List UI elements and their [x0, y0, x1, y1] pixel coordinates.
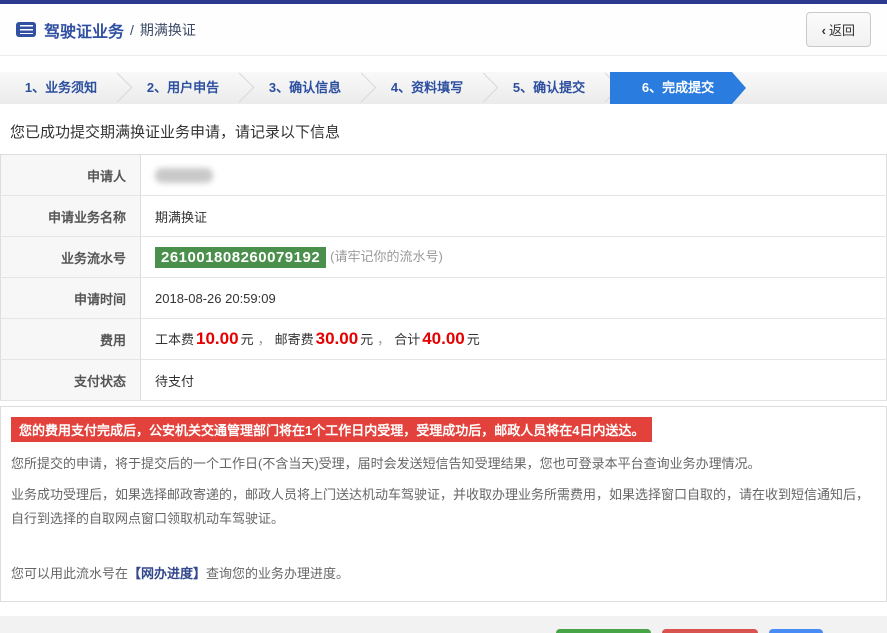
row-label: 支付状态 [0, 359, 141, 401]
continue-payment-button[interactable]: ¥ 继续支付 [555, 629, 652, 633]
breadcrumb-title: 驾驶证业务 [44, 23, 125, 41]
fee-item1-label: 工本费 [155, 332, 195, 347]
para3-suffix: 查询您的业务办理进度。 [206, 566, 350, 582]
step-tab-6-active[interactable]: 6、完成提交 [610, 72, 746, 104]
step-label: 3、确认信息 [268, 80, 342, 95]
table-row-payment-status: 支付状态 待支付 [0, 359, 887, 401]
row-label: 费用 [0, 318, 141, 360]
fee-separator: ， [377, 332, 391, 347]
step-tab-2[interactable]: 2、用户申告 [122, 72, 255, 104]
notice-box: 您的费用支付完成后，公安机关交通管理部门将在1个工作日内受理，受理成功后，邮政人… [0, 406, 887, 602]
notice-paragraph-2: 业务成功受理后，如果选择邮政寄递的，邮政人员将上门送达机动车驾驶证，并收取办理业… [11, 486, 870, 527]
step-label: 1、业务须知 [24, 80, 98, 95]
fee-item1-amount: 10.00 [196, 329, 239, 348]
footer-back-button[interactable]: 返回 [769, 629, 823, 633]
row-label: 申请业务名称 [0, 195, 141, 237]
step-tab-1[interactable]: 1、业务须知 [0, 72, 133, 104]
para3-prefix: 您可以用此流水号在 [11, 566, 129, 582]
step-label: 2、用户申告 [146, 80, 220, 95]
fees-cell: 工本费 10.00 元，邮寄费 30.00 元，合计 40.00 元 [140, 318, 887, 360]
table-row-flow-number: 业务流水号 261001808260079192 (请牢记你的流水号) [0, 236, 887, 278]
breadcrumb-current: 期满换证 [139, 21, 196, 38]
fee-separator: ， [257, 332, 271, 347]
chevron-left-icon: ‹ [821, 23, 826, 38]
flow-number-badge: 261001808260079192 [155, 247, 327, 269]
step-tab-4[interactable]: 4、资料填写 [366, 72, 499, 104]
row-label: 业务流水号 [0, 236, 141, 278]
flow-number-note: (请牢记你的流水号) [330, 248, 443, 264]
list-card-icon [16, 22, 36, 37]
apply-time-value: 2018-08-26 20:59:09 [140, 277, 887, 319]
row-label: 申请时间 [0, 277, 141, 319]
fee-item1-unit: 元 [240, 332, 254, 347]
step-progress-bar: 1、业务须知 2、用户申告 3、确认信息 4、资料填写 5、确认提交 6、完成提… [0, 72, 887, 104]
fee-item2-unit: 元 [360, 332, 374, 347]
table-row-service-name: 申请业务名称 期满换证 [0, 195, 887, 237]
fee-item2-amount: 30.00 [315, 329, 359, 348]
fee-total-amount: 40.00 [422, 329, 465, 348]
cancel-payment-button[interactable]: ¥ 取消支付 [662, 629, 758, 633]
fee-item2-label: 邮寄费 [274, 332, 314, 347]
step-tab-5[interactable]: 5、确认提交 [488, 72, 621, 104]
progress-menu-reference: 【网办进度】 [128, 566, 207, 582]
applicant-value [140, 154, 887, 196]
table-row-applicant: 申请人 [0, 154, 887, 196]
back-button-label: 返回 [828, 23, 855, 38]
row-label: 申请人 [0, 154, 141, 196]
payment-warning-banner: 您的费用支付完成后，公安机关交通管理部门将在1个工作日内受理，受理成功后，邮政人… [11, 417, 653, 442]
breadcrumb-separator: / [130, 21, 134, 38]
header-back-button[interactable]: ‹ 返回 [805, 12, 871, 47]
application-info-table: 申请人 申请业务名称 期满换证 业务流水号 261001808260079192… [0, 154, 887, 401]
notice-paragraph-3: 您可以用此流水号在【网办进度】查询您的业务办理进度。 [11, 562, 876, 587]
table-row-apply-time: 申请时间 2018-08-26 20:59:09 [0, 277, 887, 319]
notice-paragraph-1: 您所提交的申请，将于提交后的一个工作日(不含当天)受理，届时会发送短信告知受理结… [11, 456, 761, 471]
payment-status-value: 待支付 [140, 359, 887, 401]
fee-total-label: 合计 [394, 332, 421, 347]
fee-total-unit: 元 [466, 332, 480, 347]
success-message: 您已成功提交期满换证业务申请，请记录以下信息 [10, 124, 341, 141]
step-label: 6、完成提交 [641, 80, 715, 95]
table-row-fees: 费用 工本费 10.00 元，邮寄费 30.00 元，合计 40.00 元 [0, 318, 887, 360]
footer-action-bar: ¥ 继续支付 ¥ 取消支付 返回 [0, 615, 887, 633]
service-name-value: 期满换证 [140, 195, 887, 237]
step-label: 5、确认提交 [512, 80, 586, 95]
step-tab-3[interactable]: 3、确认信息 [244, 72, 377, 104]
step-label: 4、资料填写 [390, 80, 464, 95]
redacted-name [155, 168, 213, 184]
flow-number-cell: 261001808260079192 (请牢记你的流水号) [140, 236, 887, 278]
page-header: 驾驶证业务 / 期满换证 ‹ 返回 [0, 4, 887, 56]
